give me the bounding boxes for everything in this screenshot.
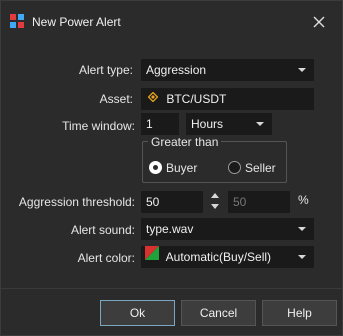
color-swatch-icon	[145, 246, 159, 266]
threshold-spinner[interactable]	[210, 193, 220, 211]
percent-value-input: 50	[228, 191, 290, 213]
alert-type-label: Alert type:	[78, 63, 133, 77]
buyer-radio[interactable]	[149, 161, 162, 174]
aggression-threshold-value: 50	[146, 195, 160, 209]
asset-label: Asset:	[99, 92, 133, 106]
time-window-label: Time window:	[62, 119, 135, 133]
arrow-up-icon[interactable]	[211, 193, 219, 198]
seller-radio[interactable]	[228, 161, 241, 174]
alert-sound-label: Alert sound:	[70, 223, 135, 237]
dialog-title: New Power Alert	[32, 15, 121, 29]
close-icon[interactable]	[312, 15, 326, 29]
asset-value: BTC/USDT	[166, 92, 227, 106]
help-button[interactable]: Help	[262, 300, 337, 326]
time-window-input[interactable]: 1	[141, 113, 179, 135]
alert-sound-select[interactable]: type.wav	[141, 218, 314, 240]
time-unit-select[interactable]: Hours	[186, 113, 272, 135]
time-unit-value: Hours	[191, 117, 224, 131]
new-power-alert-dialog: New Power Alert Alert type: Aggression A…	[0, 0, 343, 336]
arrow-down-icon[interactable]	[211, 204, 219, 209]
greater-than-group-title: Greater than	[148, 135, 222, 149]
aggression-threshold-label: Aggression threshold:	[18, 195, 135, 209]
chevron-down-icon	[298, 68, 306, 72]
buyer-radio-label[interactable]: Buyer	[166, 161, 197, 175]
alert-type-select[interactable]: Aggression	[141, 59, 314, 81]
alert-type-value: Aggression	[146, 63, 207, 77]
chevron-down-icon	[256, 122, 264, 126]
diamond-asset-icon	[147, 88, 159, 108]
time-window-value: 1	[146, 117, 153, 131]
percent-value: 50	[233, 195, 247, 209]
alert-color-label: Alert color:	[77, 251, 135, 265]
app-grid-icon	[10, 14, 24, 28]
title-bar: New Power Alert	[1, 1, 342, 41]
aggression-threshold-input[interactable]: 50	[141, 191, 203, 213]
ok-button[interactable]: Ok	[100, 300, 175, 326]
alert-color-value: Automatic(Buy/Sell)	[165, 250, 272, 264]
seller-radio-label[interactable]: Seller	[245, 161, 276, 175]
chevron-down-icon	[298, 227, 306, 231]
percent-symbol: %	[298, 193, 309, 207]
footer-divider	[1, 288, 342, 289]
alert-sound-value: type.wav	[146, 222, 194, 236]
asset-field[interactable]: BTC/USDT	[141, 88, 314, 110]
alert-color-select[interactable]: Automatic(Buy/Sell)	[141, 246, 314, 268]
cancel-button[interactable]: Cancel	[181, 300, 256, 326]
chevron-down-icon	[298, 255, 306, 259]
